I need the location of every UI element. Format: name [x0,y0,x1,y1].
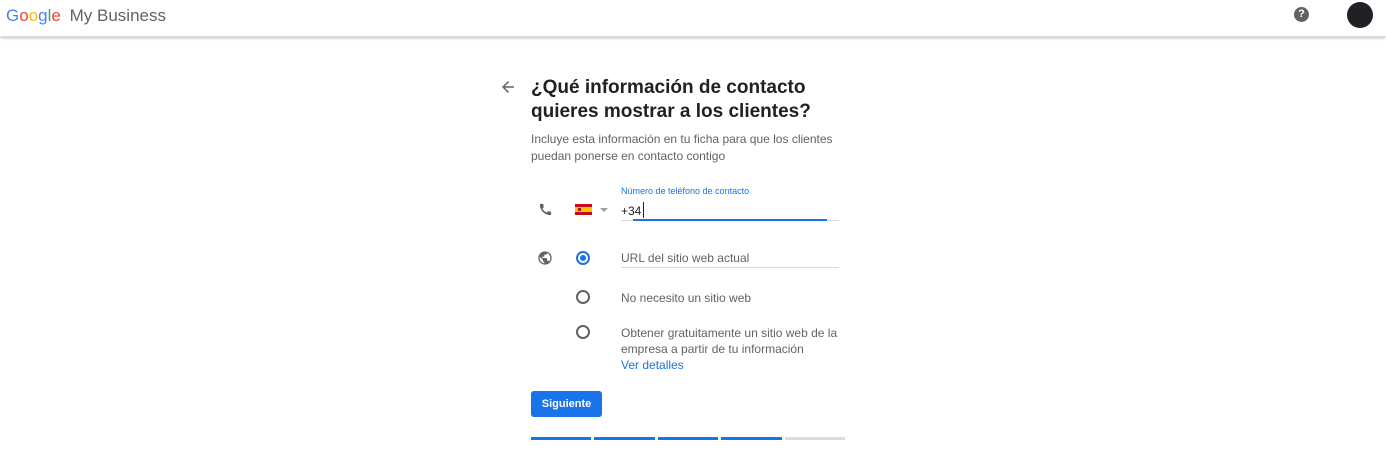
progress-segment [784,437,846,440]
website-option-none-label[interactable]: No necesito un sitio web [621,290,751,306]
country-flag-spain-icon[interactable] [575,204,592,215]
progress-segment [531,437,592,440]
contact-info-step: ¿Qué información de contacto quieres mos… [0,38,1386,472]
product-name: My Business [69,6,166,25]
progress-segment [594,437,655,440]
country-dropdown-caret-icon[interactable] [600,208,608,212]
website-option-free-site-radio[interactable] [576,325,590,339]
progress-segment [657,437,719,440]
website-url-input[interactable] [621,248,839,268]
phone-number-input[interactable] [621,201,839,221]
globe-icon [538,251,552,265]
website-option-url-radio[interactable] [576,251,590,265]
page-title: ¿Qué información de contacto quieres mos… [531,77,811,122]
website-option-none-radio[interactable] [576,290,590,304]
account-avatar[interactable] [1347,2,1373,28]
top-app-bar: Google My Business ? [0,0,1386,37]
help-icon[interactable]: ? [1294,7,1309,22]
google-wordmark: Google [6,6,61,25]
google-my-business-logo[interactable]: Google My Business [6,6,166,26]
page-subtitle: Incluye esta información en tu ficha par… [531,132,833,163]
next-button[interactable]: Siguiente [531,391,602,417]
phone-field-label: Número de teléfono de contacto [621,186,750,196]
phone-icon [539,203,552,216]
website-option-free-site-label[interactable]: Obtener gratuitamente un sitio web de la… [621,325,841,357]
text-cursor [643,202,644,218]
view-details-link[interactable]: Ver detalles [621,358,684,372]
progress-segment [721,437,782,440]
phone-input-focus-underline [633,219,827,221]
back-arrow-icon[interactable] [499,78,517,96]
step-progress-bar [531,437,846,440]
